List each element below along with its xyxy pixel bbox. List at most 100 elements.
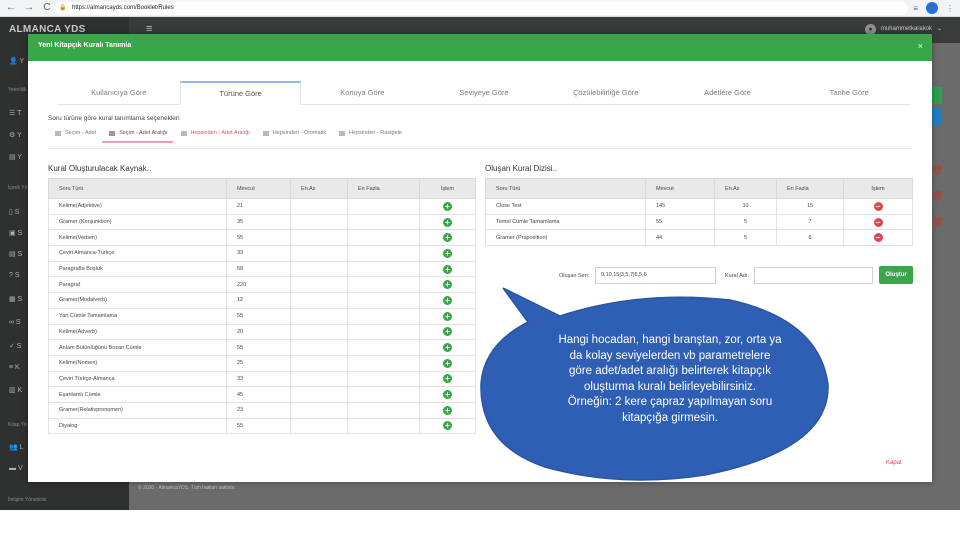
tab-solvability[interactable]: Çözülebilirliğe Göre bbox=[545, 81, 667, 104]
minus-circle-icon[interactable]: − bbox=[873, 217, 883, 227]
table-row: Anlam Bütünlüğünü Bozan Cümle 55 + bbox=[48, 339, 476, 356]
list-icon[interactable]: ☰ T bbox=[9, 109, 21, 117]
plus-circle-icon[interactable]: + bbox=[443, 390, 452, 400]
rule-tabs: Kullanıcıya Göre Türüne Göre Konuya Göre… bbox=[58, 81, 910, 105]
max-cell[interactable] bbox=[347, 401, 420, 419]
question-icon[interactable]: ? S bbox=[9, 272, 20, 279]
grid-icon[interactable]: ▦ S bbox=[9, 295, 22, 303]
max-cell[interactable] bbox=[347, 323, 420, 341]
min-cell[interactable] bbox=[290, 417, 348, 435]
plus-circle-icon[interactable]: + bbox=[443, 311, 452, 321]
tab-date[interactable]: Tarihe Göre bbox=[788, 81, 910, 104]
max-cell[interactable] bbox=[347, 307, 420, 325]
close-button[interactable]: Kapat bbox=[886, 460, 902, 466]
min-cell[interactable] bbox=[290, 229, 348, 247]
min-cell[interactable] bbox=[290, 198, 348, 215]
file-icon[interactable]: ▯ S bbox=[9, 208, 19, 216]
min-cell[interactable] bbox=[290, 339, 348, 356]
tab-count[interactable]: Adetlere Göre bbox=[667, 81, 789, 104]
gear-icon[interactable]: ⚙ Y bbox=[9, 131, 22, 139]
plus-circle-icon[interactable]: + bbox=[443, 280, 452, 290]
layers-icon[interactable]: ▤ S bbox=[9, 250, 22, 258]
sidebar-footer[interactable]: İletişim Yöneticisi bbox=[8, 497, 46, 503]
profile-avatar[interactable]: K bbox=[926, 2, 938, 14]
radio-square-icon bbox=[55, 130, 61, 136]
max-cell[interactable] bbox=[347, 339, 420, 356]
max-cell[interactable] bbox=[347, 213, 420, 231]
max-cell[interactable] bbox=[347, 229, 420, 247]
plus-circle-icon[interactable]: + bbox=[443, 248, 452, 258]
min-cell[interactable] bbox=[290, 245, 348, 262]
tab-user[interactable]: Kullanıcıya Göre bbox=[58, 81, 180, 104]
plus-circle-icon[interactable]: + bbox=[443, 421, 452, 431]
plus-circle-icon[interactable]: + bbox=[443, 405, 452, 415]
option-select-range[interactable]: Seçim - Adet Aralığı bbox=[102, 130, 173, 143]
plus-circle-icon[interactable]: + bbox=[443, 201, 452, 211]
table-row: Gramer (Praposition) 44 5 6 − bbox=[485, 229, 913, 247]
min-cell[interactable] bbox=[290, 354, 348, 372]
max-cell: 7 bbox=[776, 213, 844, 231]
plus-circle-icon[interactable]: + bbox=[443, 374, 452, 384]
option-all-range[interactable]: Hepsinden - Adet Aralığı bbox=[180, 130, 250, 140]
extensions-icon[interactable]: ≡ bbox=[913, 4, 918, 13]
callout-text: Hangi hocadan, hangi branştan, zor, orta… bbox=[520, 333, 820, 426]
close-icon[interactable]: × bbox=[918, 41, 923, 51]
book-icon[interactable]: ▣ S bbox=[9, 229, 22, 237]
max-cell[interactable] bbox=[347, 370, 420, 388]
back-arrow-icon[interactable]: ← bbox=[4, 1, 18, 15]
forward-arrow-icon[interactable]: → bbox=[22, 1, 36, 15]
available-count-cell: 45 bbox=[226, 386, 291, 403]
plus-circle-icon[interactable]: + bbox=[443, 327, 452, 337]
min-cell[interactable] bbox=[290, 292, 348, 309]
option-all-auto[interactable]: Hepsinden - Otomatik bbox=[262, 130, 326, 140]
radio-square-icon bbox=[180, 130, 187, 136]
browser-menu-icon[interactable]: ⋮ bbox=[946, 4, 954, 13]
min-cell[interactable] bbox=[290, 323, 348, 341]
option-all-random[interactable]: Hepsinden - Rastgele bbox=[339, 130, 402, 140]
generated-series-field[interactable]: 9,10,15|3,5,7|6,5,6 bbox=[595, 267, 716, 284]
min-cell[interactable] bbox=[290, 386, 348, 403]
archive-icon[interactable]: ▥ K bbox=[9, 386, 22, 394]
link-icon[interactable]: ∞ S bbox=[9, 319, 21, 326]
tab-topic[interactable]: Konuya Göre bbox=[301, 81, 423, 104]
min-cell[interactable] bbox=[290, 307, 348, 325]
tab-type[interactable]: Türüne Göre bbox=[179, 81, 302, 105]
min-cell[interactable] bbox=[290, 260, 348, 278]
check-icon[interactable]: ✓ S bbox=[9, 342, 21, 350]
minus-circle-icon[interactable]: − bbox=[873, 201, 883, 211]
option-select-count[interactable]: Seçim - Adet bbox=[55, 130, 96, 140]
available-count-cell: 35 bbox=[226, 213, 291, 231]
users-icon[interactable]: 👥 L bbox=[9, 443, 24, 451]
reload-icon[interactable]: C bbox=[40, 1, 54, 15]
create-button[interactable]: Oluştur bbox=[879, 266, 913, 284]
min-cell[interactable] bbox=[290, 276, 348, 294]
min-cell[interactable] bbox=[290, 213, 348, 231]
filter-icon[interactable]: ≡ K bbox=[9, 364, 20, 371]
tab-level[interactable]: Seviyeye Göre bbox=[423, 81, 545, 104]
max-cell[interactable] bbox=[347, 354, 420, 372]
minus-circle-icon[interactable]: − bbox=[873, 233, 883, 243]
max-cell[interactable] bbox=[347, 260, 420, 278]
min-cell[interactable] bbox=[290, 401, 348, 419]
action-cell: − bbox=[843, 198, 913, 215]
plus-circle-icon[interactable]: + bbox=[443, 264, 452, 274]
document-icon[interactable]: ▤ Y bbox=[9, 153, 22, 161]
rule-name-input[interactable] bbox=[754, 267, 873, 284]
max-cell[interactable] bbox=[347, 292, 420, 309]
radio-square-icon bbox=[262, 130, 269, 136]
address-bar[interactable]: 🔒 https://almancayds.com/Booklet/Rules bbox=[54, 2, 908, 15]
modal-header: Yeni Kitapçık Kuralı Tanımla × bbox=[28, 34, 932, 61]
max-cell[interactable] bbox=[347, 386, 420, 403]
max-cell[interactable] bbox=[347, 276, 420, 294]
sidebar-item-icon[interactable]: 👤 Y bbox=[9, 57, 24, 65]
plus-circle-icon[interactable]: + bbox=[443, 217, 452, 227]
max-cell[interactable] bbox=[347, 245, 420, 262]
min-cell[interactable] bbox=[290, 370, 348, 388]
plus-circle-icon[interactable]: + bbox=[443, 295, 452, 305]
plus-circle-icon[interactable]: + bbox=[443, 233, 452, 243]
plus-circle-icon[interactable]: + bbox=[443, 343, 452, 353]
max-cell[interactable] bbox=[347, 198, 420, 215]
max-cell[interactable] bbox=[347, 417, 420, 435]
plus-circle-icon[interactable]: + bbox=[443, 358, 452, 368]
inbox-icon[interactable]: ▬ V bbox=[9, 465, 23, 472]
